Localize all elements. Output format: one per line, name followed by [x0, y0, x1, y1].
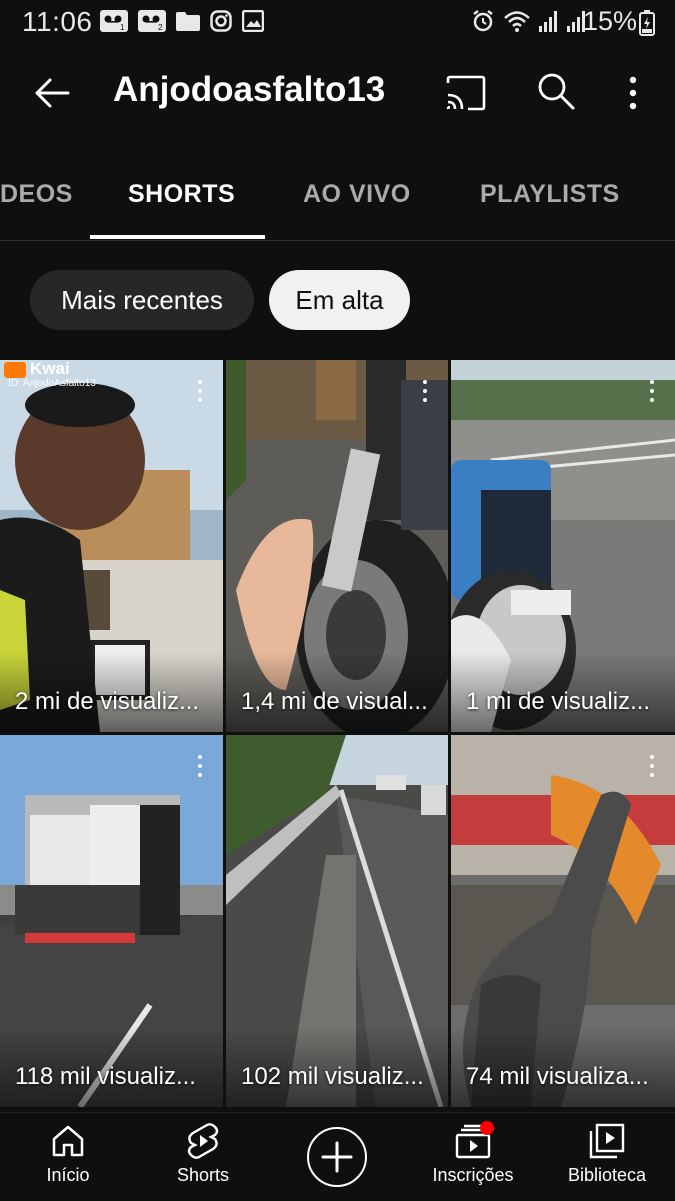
nav-label: Início [46, 1165, 90, 1185]
tab-shorts[interactable]: SHORTS [128, 180, 235, 209]
instagram-icon [210, 10, 232, 32]
nav-inscricoes[interactable]: Inscrições [413, 1121, 533, 1186]
view-count: 102 mil visualiz... [241, 1063, 424, 1090]
search-icon[interactable] [535, 70, 577, 112]
back-arrow-icon[interactable] [30, 70, 76, 116]
voicemail-1-icon: 1 [100, 10, 128, 32]
signal-1-icon [539, 11, 557, 32]
short-tile-2[interactable]: 1,4 mi de visual... [226, 360, 448, 732]
view-count: 2 mi de visualiz... [15, 688, 200, 715]
active-tab-indicator [90, 235, 265, 239]
status-time: 11:06 [22, 6, 93, 37]
channel-title: Anjodoasfalto13 [113, 70, 386, 109]
nav-label: Shorts [176, 1165, 230, 1185]
overlay-id: ID: AnjodoAsfalto13 [8, 378, 96, 389]
status-bar: 11:06 1 2 15% [0, 0, 675, 46]
overlay-brand: Kwai [30, 360, 70, 378]
view-count: 1 mi de visualiz... [466, 688, 651, 715]
bottom-nav: Início Shorts Inscrições Biblioteca [0, 1112, 675, 1201]
voicemail-2-icon: 2 [138, 10, 166, 32]
tab-playlists[interactable]: PLAYLISTS [480, 180, 620, 209]
shorts-icon [187, 1123, 219, 1159]
short-tile-5[interactable]: 102 mil visualiz... [226, 735, 448, 1107]
view-count: 118 mil visualiz... [15, 1063, 196, 1090]
more-vert-icon[interactable] [197, 755, 203, 781]
channel-tabs: DEOS SHORTS AO VIVO PLAYLISTS [0, 160, 675, 241]
folder-icon [176, 12, 200, 31]
create-button[interactable] [307, 1127, 367, 1187]
more-vert-icon[interactable] [649, 380, 655, 406]
cast-icon[interactable] [444, 72, 486, 114]
short-tile-1[interactable]: Kwai ID: AnjodoAsfalto13 2 mi de visuali… [0, 360, 223, 732]
notification-badge [480, 1121, 494, 1135]
app-bar: Anjodoasfalto13 [0, 46, 675, 138]
chip-em-alta[interactable]: Em alta [269, 270, 410, 330]
more-vert-icon[interactable] [422, 380, 428, 406]
view-count: 74 mil visualiza... [466, 1063, 649, 1090]
create-plus-icon [321, 1141, 353, 1173]
nav-label: Inscrições [432, 1165, 514, 1185]
chip-mais-recentes[interactable]: Mais recentes [30, 270, 254, 330]
more-vert-icon[interactable] [197, 380, 203, 406]
more-vert-icon[interactable] [649, 755, 655, 781]
battery-icon [639, 10, 655, 36]
short-tile-6[interactable]: 74 mil visualiza... [451, 735, 675, 1107]
nav-shorts[interactable]: Shorts [143, 1121, 263, 1186]
nav-biblioteca[interactable]: Biblioteca [547, 1121, 667, 1186]
nav-label: Biblioteca [567, 1165, 647, 1185]
wifi-icon [504, 11, 530, 32]
view-count: 1,4 mi de visual... [241, 688, 428, 715]
library-icon [589, 1123, 625, 1159]
short-tile-3[interactable]: 1 mi de visualiz... [451, 360, 675, 732]
svg-text:2: 2 [158, 23, 163, 32]
alarm-icon [473, 10, 493, 32]
tab-videos[interactable]: DEOS [0, 180, 73, 209]
tab-ao-vivo[interactable]: AO VIVO [303, 180, 411, 209]
battery-percent: 15% [582, 6, 637, 36]
home-icon [52, 1125, 84, 1157]
short-tile-4[interactable]: 118 mil visualiz... [0, 735, 223, 1107]
nav-inicio[interactable]: Início [8, 1121, 128, 1186]
svg-text:1: 1 [120, 23, 125, 32]
gallery-icon [242, 10, 264, 32]
more-vert-icon[interactable] [618, 70, 648, 116]
